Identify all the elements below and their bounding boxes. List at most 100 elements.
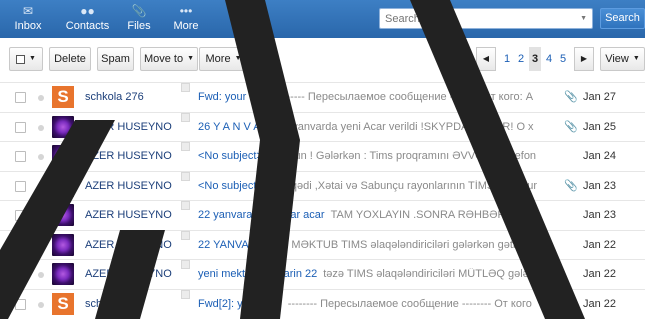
message-row[interactable]: Sschkola 276 Fwd: your mail -------- Перес… <box>0 82 645 111</box>
message-preview: təzə TIMS əlaqələndiriciləri MÜTLƏQ gələ… <box>323 268 538 280</box>
message-preview: TAM YOXLAYIN .SONRA RƏHBƏRLİY Y <box>330 209 532 221</box>
read-status-dot-icon[interactable] <box>38 183 44 190</box>
message-preview: Binəqədi ,Xətai və Sabunçu rayonlarının … <box>268 179 538 192</box>
flag-icon[interactable] <box>181 112 190 122</box>
message-subject[interactable]: 22 YANVAR <box>198 239 257 251</box>
sender-name: AZER HUSEYNO <box>85 238 172 251</box>
message-row[interactable]: AZER HUSEYNO yeni mektub yanvarin 22 təzə … <box>0 259 645 288</box>
nav-inbox[interactable]: ✉ Inbox <box>12 4 44 34</box>
spam-button[interactable]: Spam <box>97 47 134 71</box>
page-link-current[interactable]: 3 <box>529 47 541 71</box>
flag-icon[interactable] <box>181 83 190 92</box>
people-icon: ●● <box>80 4 95 18</box>
message-subject[interactable]: <No subject> <box>198 150 263 162</box>
row-checkbox[interactable] <box>15 239 26 251</box>
message-preview: Oxuyun ! Gələrkən : Tims proqramını ƏVVƏ… <box>268 150 537 162</box>
nav-more-label: More <box>173 20 199 32</box>
move-to-label: Move to <box>143 53 184 65</box>
row-checkbox[interactable] <box>15 298 26 310</box>
nav-files[interactable]: 📎 Files <box>121 4 157 34</box>
chevron-down-icon: ▼ <box>632 55 640 63</box>
nav-more[interactable]: ••• More <box>167 4 205 34</box>
row-checkbox[interactable] <box>15 210 26 221</box>
mail-icon: ✉ <box>22 4 34 18</box>
subject-line: Fwd: your mail -------- Пересылаемое сооб… <box>198 91 548 103</box>
message-date: Jan 24 <box>583 150 617 162</box>
message-subject[interactable]: Fwd: your mail <box>198 91 270 103</box>
nav-inbox-label: Inbox <box>14 20 42 32</box>
page-link[interactable]: 4 <box>543 47 555 71</box>
nav-files-label: Files <box>127 20 151 32</box>
flag-icon[interactable] <box>181 289 190 299</box>
flag-icon[interactable] <box>181 230 190 240</box>
message-row[interactable]: Sschkola 276 Fwd[2]: your mail -------- Пе… <box>0 288 645 318</box>
avatar <box>52 204 74 226</box>
message-row[interactable]: AZER HUSEYNO <No subject> Binəqədi ,Xətai … <box>0 170 645 200</box>
message-preview: -------- Пересылаемое сообщение --------… <box>287 297 532 310</box>
view-button[interactable]: View ▼ <box>600 47 645 71</box>
chevron-down-icon: ▼ <box>29 55 36 63</box>
nav-contacts[interactable]: ●● Contacts <box>65 4 110 34</box>
sender-name: AZER HUSEYNO <box>85 179 172 192</box>
move-to-button[interactable]: Move to ▼ <box>140 47 198 71</box>
sender-name: AZER HUSEYNO <box>85 268 172 280</box>
message-date: Jan 25 <box>583 120 617 133</box>
message-subject[interactable]: <No subject> <box>198 180 263 192</box>
page-link[interactable]: 5 <box>557 47 569 71</box>
message-date: Jan 23 <box>583 179 617 192</box>
search-box: ▼ <box>379 8 593 29</box>
message-date: Jan 22 <box>583 297 617 310</box>
more-actions-label: More <box>205 53 231 65</box>
sender-name: schkola 276 <box>85 297 144 310</box>
sender-name: schkola 276 <box>85 91 144 103</box>
flag-icon[interactable] <box>181 260 190 269</box>
checkbox-icon <box>16 54 26 64</box>
attachment-icon: 📎 <box>564 297 578 310</box>
read-status-dot-icon[interactable] <box>38 124 44 131</box>
message-row[interactable]: AZER HUSEYNO 22 YANVAR YENİ MƏKTUB TIMS əl… <box>0 229 645 259</box>
message-date: Jan 27 <box>583 91 617 103</box>
read-status-dot-icon[interactable] <box>38 272 44 278</box>
view-label: View <box>605 53 629 65</box>
flag-icon[interactable] <box>181 142 190 151</box>
row-checkbox[interactable] <box>15 151 26 162</box>
attachment-icon: 📎 <box>564 179 578 192</box>
message-row[interactable]: AZER HUSEYNO <No subject> Oxuyun ! Gələrkə… <box>0 141 645 170</box>
message-subject[interactable]: 26 Y A N V A R <box>198 121 271 133</box>
avatar <box>52 145 74 167</box>
avatar <box>52 174 74 197</box>
row-checkbox[interactable] <box>15 121 26 133</box>
read-status-dot-icon[interactable] <box>38 95 44 101</box>
message-subject[interactable]: Fwd[2]: your mail <box>198 298 282 310</box>
row-checkbox[interactable] <box>15 180 26 192</box>
next-page-icon[interactable]: ▶ <box>574 47 594 71</box>
message-row[interactable]: AZER HUSEYNO 22 yanvara yeni acar acar TAM… <box>0 200 645 229</box>
subject-line: 22 yanvara yeni acar acar TAM YOXLAYIN .S… <box>198 209 548 221</box>
flag-icon[interactable] <box>181 171 190 181</box>
message-subject[interactable]: yeni mektub yanvarin 22 <box>198 268 317 280</box>
row-checkbox[interactable] <box>15 92 26 103</box>
read-status-dot-icon[interactable] <box>38 154 44 160</box>
read-status-dot-icon[interactable] <box>38 242 44 249</box>
delete-button[interactable]: Delete <box>49 47 91 71</box>
previous-page-icon[interactable]: ◀ <box>476 47 496 71</box>
message-list: Sschkola 276 Fwd: your mail -------- Перес… <box>0 82 645 319</box>
more-actions-button[interactable]: More ▼ <box>199 47 248 71</box>
read-status-dot-icon[interactable] <box>38 213 44 219</box>
row-checkbox[interactable] <box>15 269 26 280</box>
flag-icon[interactable] <box>181 201 190 210</box>
select-all-dropdown[interactable]: ▼ <box>9 47 43 71</box>
subject-line: Fwd[2]: your mail -------- Пересылаемое с… <box>198 298 548 310</box>
paperclip-icon: 📎 <box>131 4 147 18</box>
page-link[interactable]: 2 <box>515 47 527 71</box>
read-status-dot-icon[interactable] <box>38 301 44 308</box>
message-subject[interactable]: 22 yanvara yeni acar acar <box>198 209 325 221</box>
page-link[interactable]: 1 <box>501 47 513 71</box>
chevron-down-icon[interactable]: ▼ <box>580 15 587 22</box>
message-row[interactable]: AZER HUSEYNO 26 Y A N V A R 24 yanvarda ye… <box>0 111 645 141</box>
message-date: Jan 23 <box>583 209 617 221</box>
search-button[interactable]: Search <box>600 8 645 29</box>
avatar: S <box>52 292 74 315</box>
attachment-icon: 📎 <box>564 120 578 133</box>
search-input[interactable] <box>380 9 570 28</box>
